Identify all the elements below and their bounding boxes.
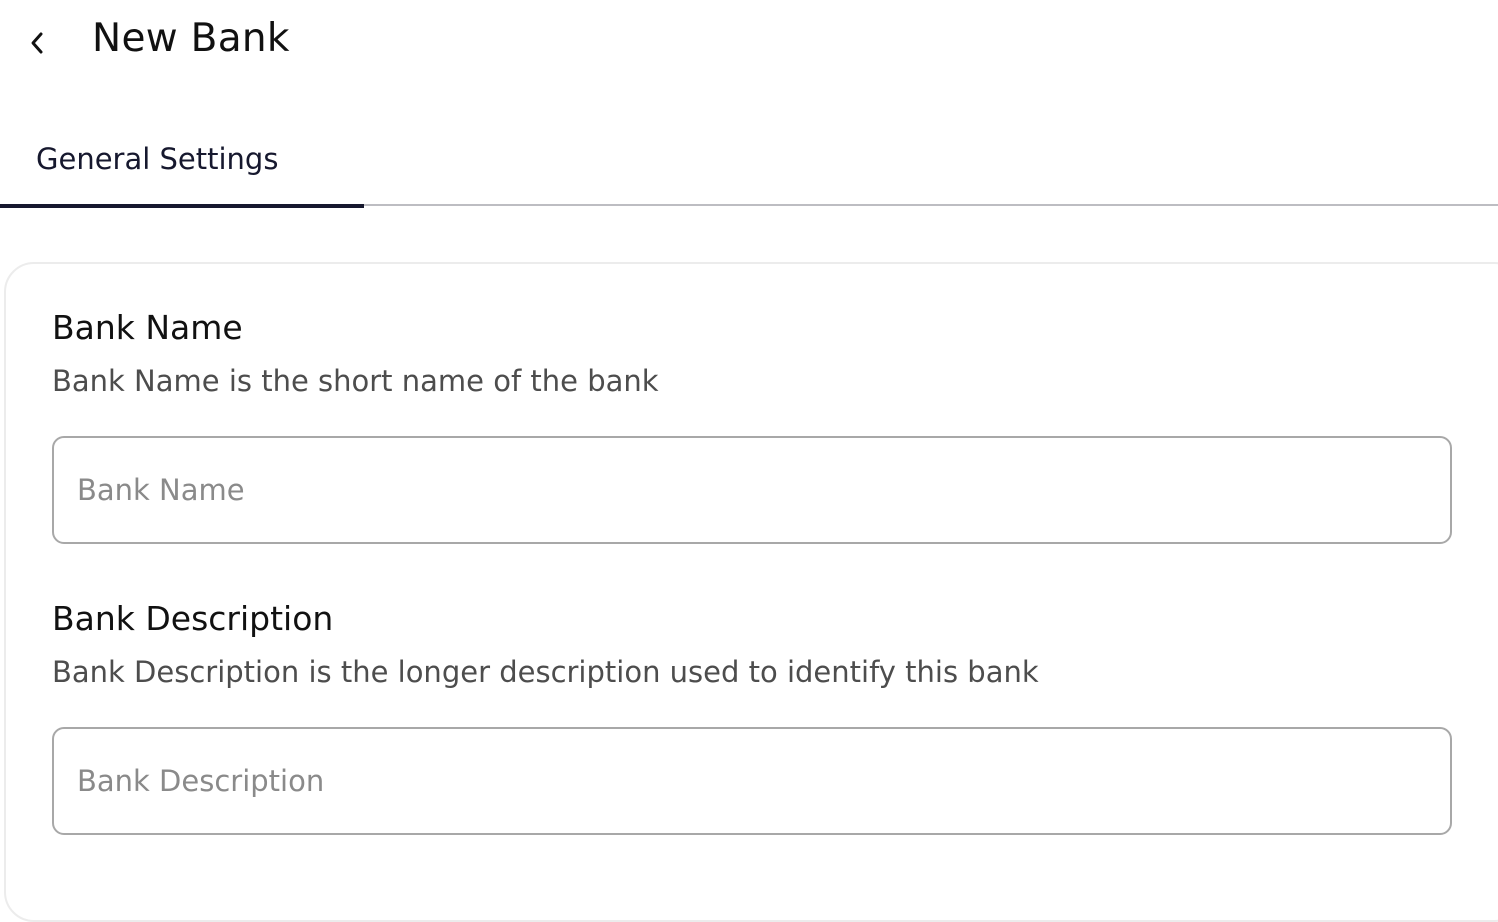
- back-button[interactable]: [22, 26, 52, 60]
- bank-name-description: Bank Name is the short name of the bank: [52, 364, 659, 398]
- chevron-left-icon: [31, 32, 43, 54]
- bank-description-label: Bank Description: [52, 599, 334, 638]
- tab-label: General Settings: [36, 142, 279, 176]
- page-title: New Bank: [92, 16, 290, 61]
- bank-description-input[interactable]: [52, 727, 1452, 835]
- bank-name-input[interactable]: [52, 436, 1452, 544]
- bank-description-description: Bank Description is the longer descripti…: [52, 655, 1039, 689]
- tab-bar: General Settings: [0, 124, 1498, 208]
- tab-general-settings[interactable]: General Settings: [0, 124, 364, 208]
- active-tab-indicator: [0, 204, 364, 208]
- page-header: New Bank: [0, 0, 1498, 90]
- bank-name-label: Bank Name: [52, 308, 243, 347]
